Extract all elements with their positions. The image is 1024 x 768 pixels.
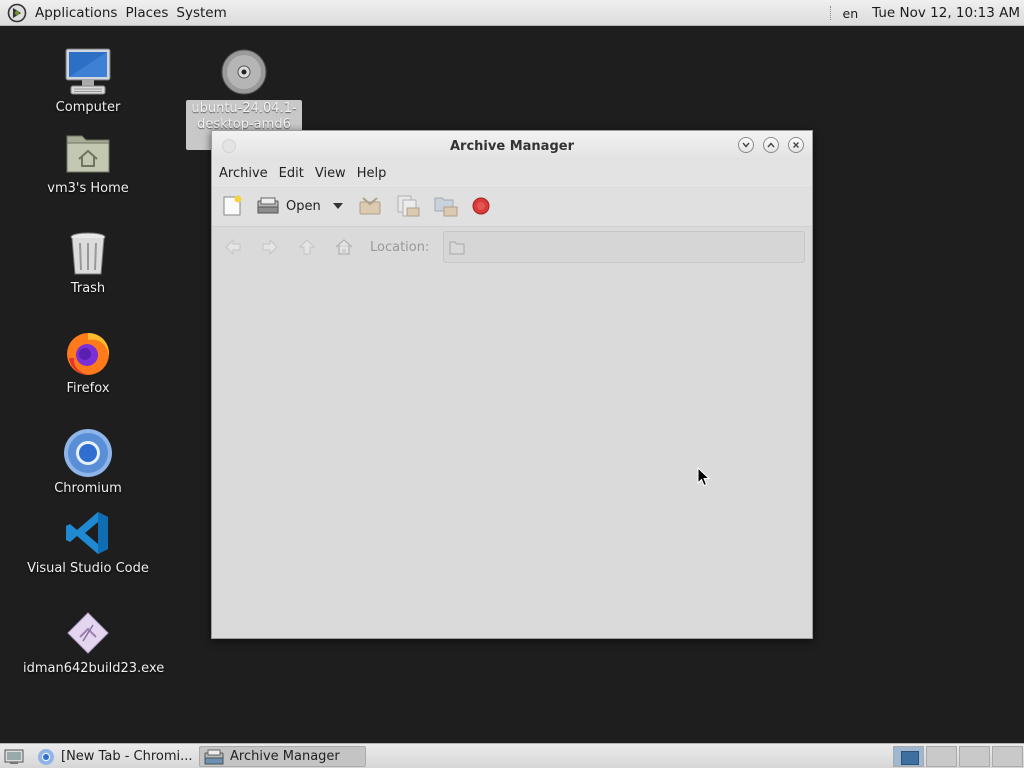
chevron-up-icon <box>767 142 775 148</box>
desktop-icon-label: vm3's Home <box>47 181 129 196</box>
window-titlebar[interactable]: Archive Manager <box>212 131 812 161</box>
desktop-icon-exe[interactable]: idman642build23.exe <box>23 608 165 677</box>
panel-separator <box>829 6 833 20</box>
desktop-icon-label: Computer <box>55 100 121 115</box>
bottom-panel: [New Tab - Chromi... Archive Manager <box>0 743 1024 768</box>
archive-file-list[interactable] <box>212 266 812 638</box>
extract-button[interactable] <box>357 193 383 219</box>
extract-icon <box>359 197 381 215</box>
workspace-2[interactable] <box>926 746 957 767</box>
desktop-icon-label: Trash <box>70 281 106 296</box>
view-menu[interactable]: View <box>311 166 350 181</box>
open-archive-icon <box>257 197 279 214</box>
open-recent-dropdown[interactable] <box>332 203 343 209</box>
clock[interactable]: Tue Nov 12, 10:13 AM <box>872 5 1020 21</box>
taskbar-item-archive-manager[interactable]: Archive Manager <box>199 746 366 767</box>
forward-button[interactable] <box>259 236 281 258</box>
desktop-icon-label: Firefox <box>66 381 110 396</box>
location-bar: Location: <box>212 227 812 267</box>
open-button[interactable]: Open <box>256 193 321 219</box>
stop-button[interactable] <box>471 193 491 219</box>
chevron-down-icon <box>742 142 750 148</box>
trash-icon <box>70 232 106 275</box>
applications-menu[interactable]: Applications <box>31 0 121 26</box>
stop-icon <box>472 197 490 215</box>
folder-icon <box>449 241 465 255</box>
close-button[interactable] <box>788 137 804 153</box>
add-files-icon <box>397 195 420 217</box>
home-folder-icon <box>66 135 110 173</box>
taskbar-item-chromium[interactable]: [New Tab - Chromi... <box>33 746 196 767</box>
panel-tray: en Tue Nov 12, 10:13 AM <box>829 0 1024 26</box>
add-folder-button[interactable] <box>433 193 459 219</box>
workspace-4[interactable] <box>992 746 1023 767</box>
archive-manager-window: Archive Manager Archive Edit View Help O… <box>211 130 813 639</box>
exe-file-icon <box>67 612 109 654</box>
desktop-icon-firefox[interactable]: Firefox <box>23 328 153 397</box>
desktop-icon-label: Chromium <box>54 481 122 496</box>
workspace-3[interactable] <box>959 746 990 767</box>
window-menubar: Archive Edit View Help <box>212 161 812 185</box>
main-menu-logo-icon[interactable] <box>7 3 27 23</box>
arrow-left-icon <box>225 238 241 256</box>
arrow-up-icon <box>298 239 316 255</box>
location-field[interactable] <box>443 231 806 263</box>
help-menu[interactable]: Help <box>353 166 391 181</box>
archive-menu[interactable]: Archive <box>215 166 272 181</box>
back-button[interactable] <box>222 236 244 258</box>
chromium-icon <box>38 748 54 765</box>
desktop-icon-computer[interactable]: Computer <box>23 47 153 116</box>
edit-menu[interactable]: Edit <box>275 166 308 181</box>
open-button-label: Open <box>286 198 321 214</box>
firefox-icon <box>67 333 110 375</box>
desktop-icon-label: idman642build23.exe <box>23 661 165 676</box>
home-icon <box>335 239 353 255</box>
desktop-icon-trash[interactable]: Trash <box>23 228 153 297</box>
taskbar-item-label: Archive Manager <box>230 749 340 764</box>
chromium-icon <box>64 429 112 477</box>
location-input[interactable] <box>472 236 797 260</box>
taskbar-item-label: [New Tab - Chromi... <box>61 749 193 764</box>
new-archive-button[interactable] <box>220 193 244 219</box>
window-title: Archive Manager <box>450 138 574 154</box>
archive-manager-icon <box>204 749 224 764</box>
minimize-button[interactable] <box>738 137 754 153</box>
show-desktop-icon <box>4 749 24 764</box>
window-controls <box>738 137 804 153</box>
desktop-icon-home[interactable]: vm3's Home <box>23 128 153 197</box>
desktop-icon-vscode[interactable]: Visual Studio Code <box>23 508 153 577</box>
add-folder-icon <box>434 197 458 217</box>
location-label: Location: <box>370 239 430 255</box>
desktop-icon-label: Visual Studio Code <box>27 561 149 576</box>
show-desktop-button[interactable] <box>0 746 30 767</box>
disc-image-icon <box>221 49 267 95</box>
workspace-1[interactable] <box>893 746 924 767</box>
vscode-icon <box>66 512 108 554</box>
desktop-icon-chromium[interactable]: Chromium <box>23 428 153 497</box>
up-button[interactable] <box>296 236 318 258</box>
home-button[interactable] <box>333 236 355 258</box>
places-menu[interactable]: Places <box>121 0 172 26</box>
system-menu[interactable]: System <box>172 0 230 26</box>
computer-icon <box>65 48 111 95</box>
close-icon <box>793 142 799 148</box>
window-toolbar: Open <box>212 185 812 227</box>
top-panel: Applications Places System en Tue Nov 12… <box>0 0 1024 26</box>
maximize-button[interactable] <box>763 137 779 153</box>
keyboard-layout-indicator[interactable]: en <box>843 6 859 21</box>
window-menu-icon[interactable] <box>222 139 236 153</box>
arrow-right-icon <box>262 238 278 256</box>
mouse-cursor-icon <box>697 467 710 487</box>
add-files-button[interactable] <box>395 193 421 219</box>
new-document-icon <box>223 195 242 216</box>
